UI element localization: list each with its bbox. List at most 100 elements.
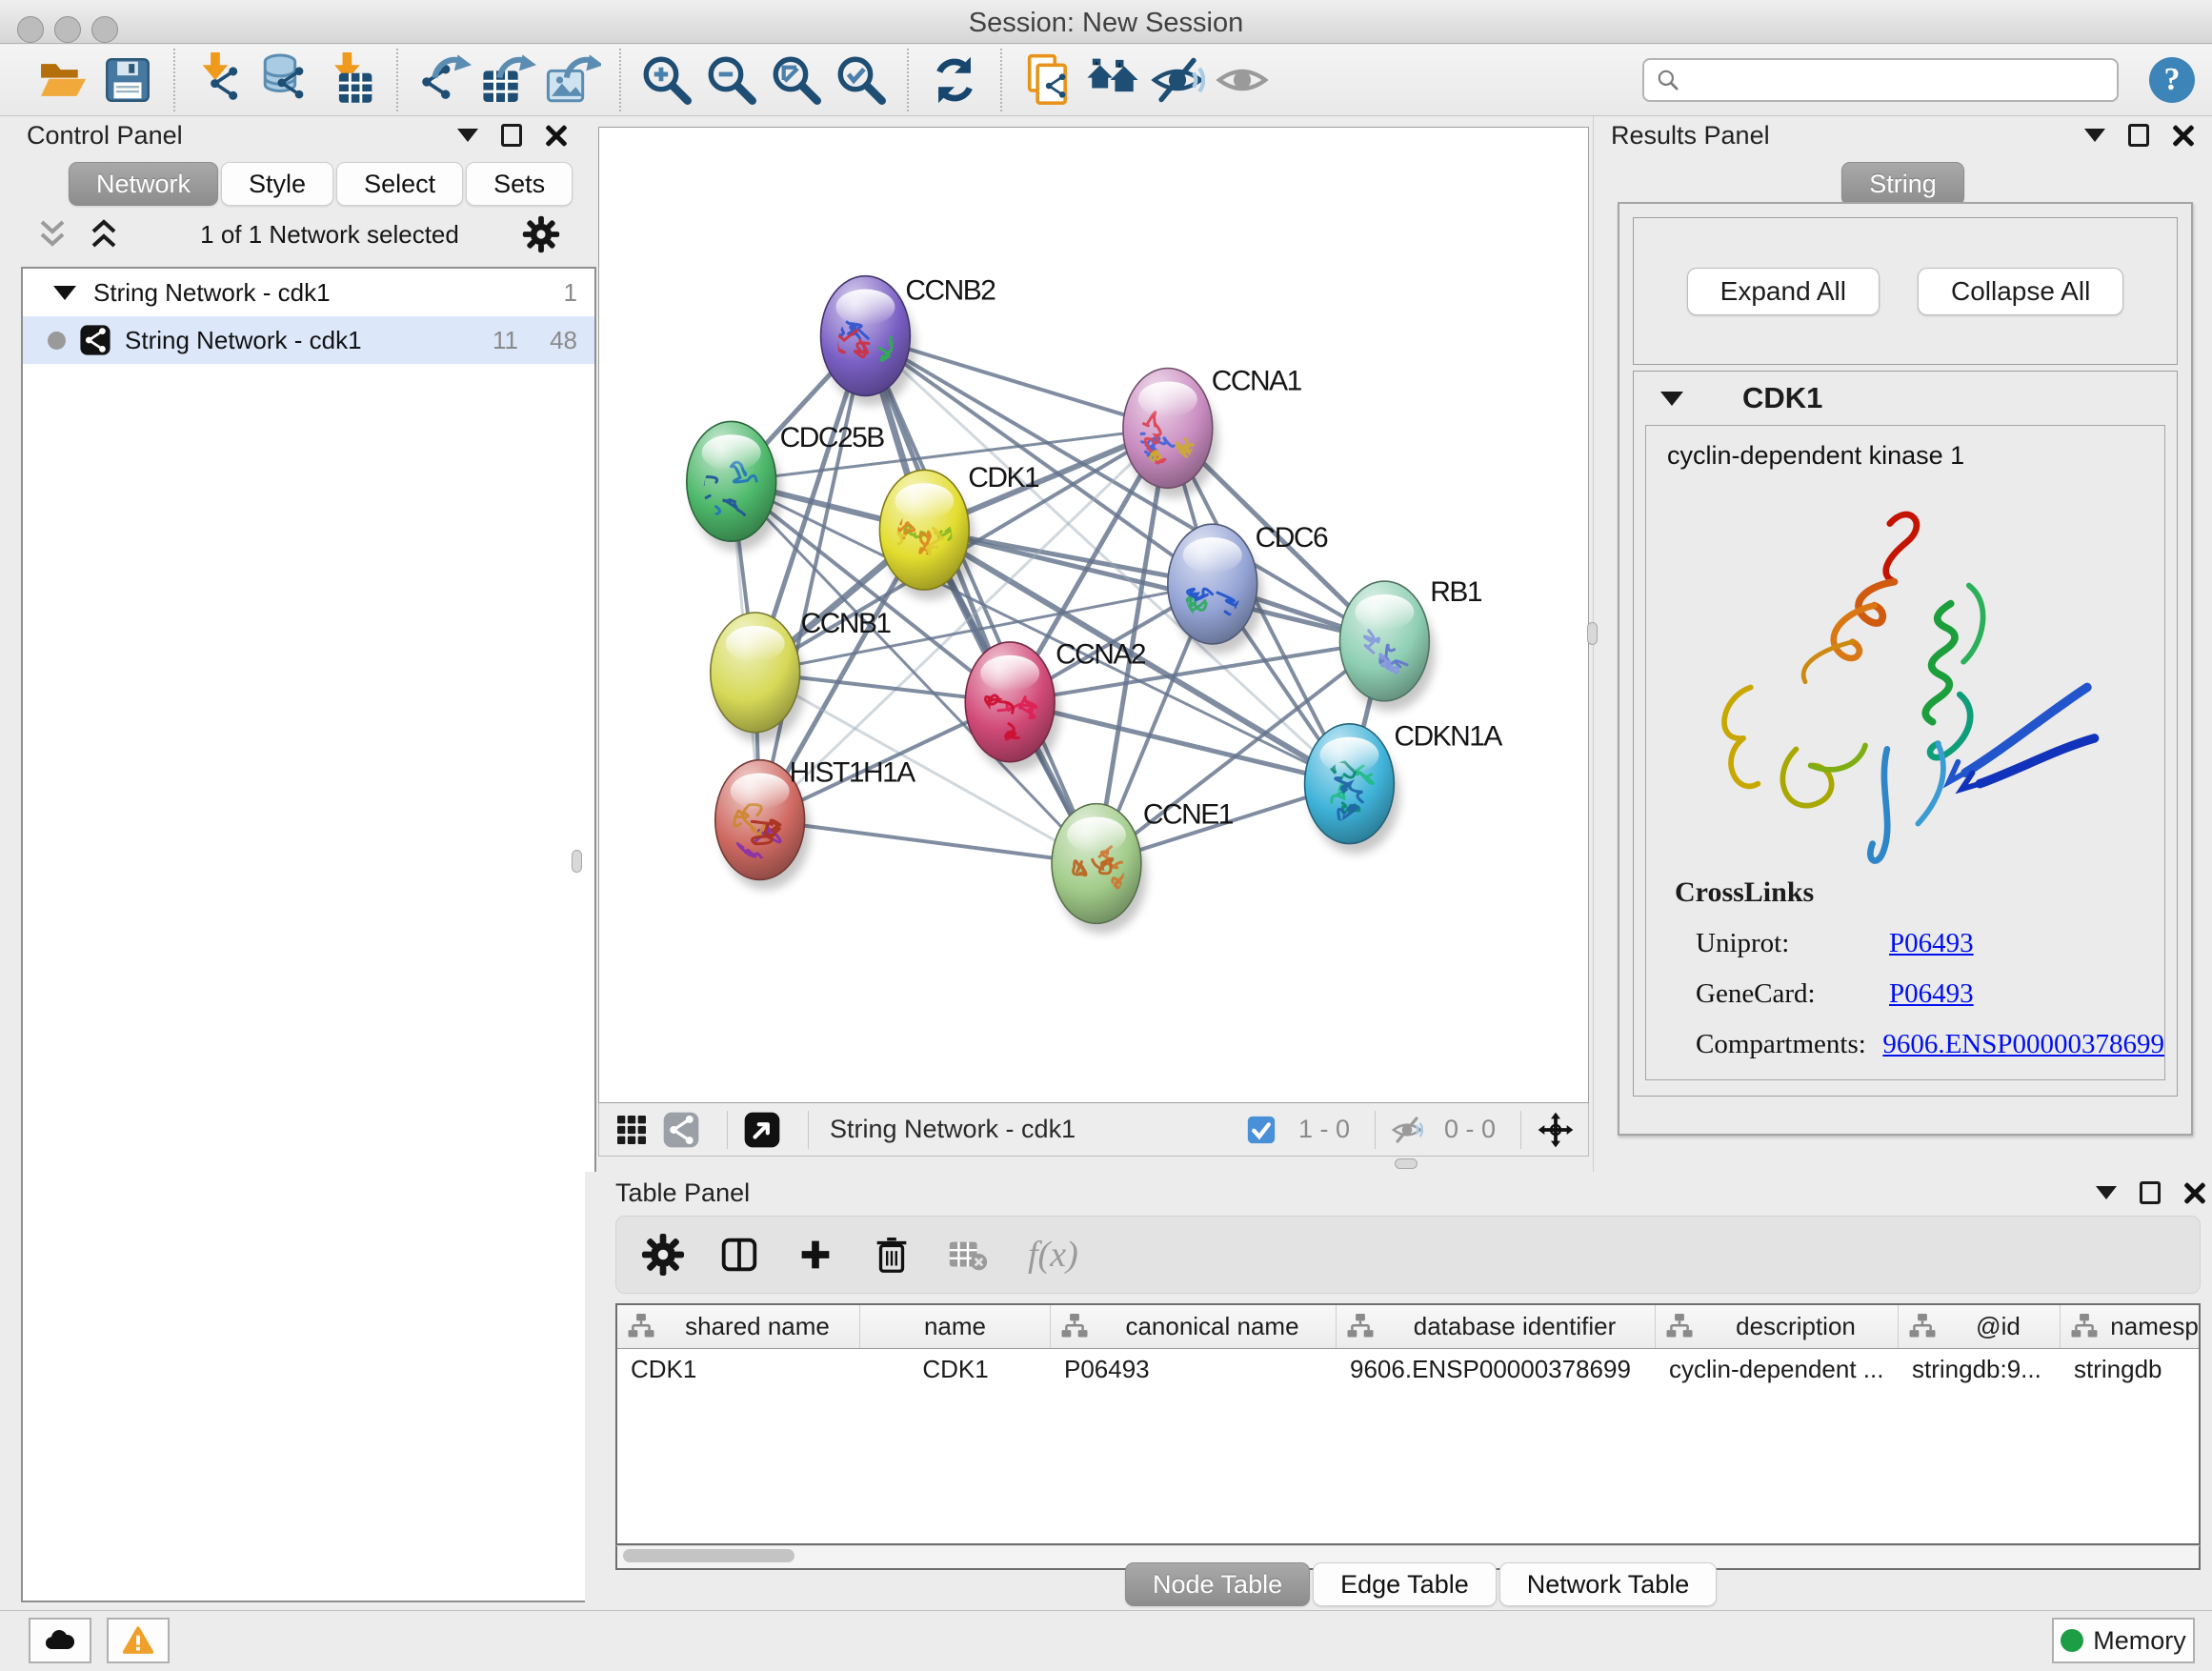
network-canvas[interactable]: CCNB2CCNA1CDC25BCDK1CDC6RB1CCNB1CCNA2CDK… [598,127,1589,1103]
zoom-out-icon[interactable] [704,52,759,108]
splitter-handle[interactable] [1395,1158,1418,1169]
table-row[interactable]: CDK1CDK1P064939606.ENSP00000378699cyclin… [617,1349,2199,1393]
column-header-name[interactable]: name [860,1305,1051,1348]
birdseye-view-icon[interactable] [743,1111,781,1149]
tab-network-table[interactable]: Network Table [1499,1562,1718,1606]
panel-close-icon[interactable] [545,124,568,147]
search-box[interactable] [1642,58,2119,102]
tab-node-table[interactable]: Node Table [1125,1562,1310,1606]
tab-style[interactable]: Style [221,162,333,206]
collection-expander-icon[interactable] [53,286,76,300]
hidden-count-badge: 0 - 0 [1444,1115,1496,1144]
network-share-icon[interactable] [662,1111,700,1149]
table-cell[interactable]: 9606.ENSP00000378699 [1337,1349,1656,1393]
table-cell[interactable]: CDK1 [617,1349,860,1393]
show-all-icon[interactable] [1215,52,1270,108]
selected-checkbox-icon[interactable] [1245,1114,1277,1146]
table-cell[interactable]: CDK1 [860,1349,1051,1393]
column-header--id[interactable]: @id [1899,1305,2061,1348]
column-header-shared-name[interactable]: shared name [617,1305,860,1348]
hide-selected-icon[interactable] [1150,52,1205,108]
tree-column-icon [627,1314,655,1339]
delete-column-icon[interactable] [870,1233,914,1277]
panel-menu-icon[interactable] [457,129,478,142]
zoom-selected-icon[interactable] [834,52,889,108]
splitter-handle[interactable] [1587,622,1598,645]
column-header-canonical-name[interactable]: canonical name [1051,1305,1337,1348]
table-options-gear-icon[interactable] [641,1233,685,1277]
export-table-icon[interactable] [481,52,536,108]
crosslink-row: Uniprot:P06493 [1675,918,2164,969]
crosslink-link[interactable]: 9606.ENSP00000378699 [1882,1019,2164,1070]
table-cell[interactable]: stringdb [2061,1349,2201,1393]
crosslink-link[interactable]: P06493 [1889,918,1974,969]
column-header-namespace[interactable]: namespace [2061,1305,2201,1348]
show-columns-icon[interactable] [717,1233,761,1277]
network-options-gear-icon[interactable] [522,215,560,253]
expand-all-button[interactable]: Expand All [1687,268,1880,315]
panel-float-icon[interactable] [2140,1181,2161,1204]
protein-header[interactable]: CDK1 [1634,372,2177,425]
network-collection-row[interactable]: String Network - cdk1 1 [23,269,594,316]
crosslink-link[interactable]: 9606.ENSP00000378699 [1882,1070,2164,1080]
splitter-handle[interactable] [572,850,582,873]
network-selection-status: 1 of 1 Network selected [137,220,522,250]
panel-float-icon[interactable] [501,124,522,147]
tab-select[interactable]: Select [336,162,463,206]
cloud-button[interactable] [29,1618,91,1663]
network-row[interactable]: String Network - cdk1 11 48 [23,316,594,364]
save-icon[interactable] [100,52,155,108]
open-icon[interactable] [35,52,90,108]
clone-network-icon[interactable] [1020,52,1076,108]
home-pair-icon[interactable] [1085,52,1140,108]
memory-status-dot [2061,1629,2083,1652]
scrollbar-thumb[interactable] [623,1549,794,1562]
tab-string[interactable]: String [1841,162,1964,206]
main-toolbar: ? [0,45,2212,116]
crosslink-label: Compartments: [1675,1019,1882,1070]
import-table-icon[interactable] [323,52,378,108]
add-column-icon[interactable] [794,1233,837,1277]
column-header-description[interactable]: description [1656,1305,1899,1348]
crosslink-link[interactable]: P06493 [1889,969,1974,1019]
warnings-button[interactable] [107,1618,170,1663]
column-header-database-identifier[interactable]: database identifier [1337,1305,1656,1348]
annotation-grid-icon[interactable] [613,1111,651,1149]
protein-expander-icon[interactable] [1660,392,1683,406]
table-cell[interactable]: stringdb:9... [1899,1349,2061,1393]
control-panel: Control Panel NetworkStyleSelectSets 1 o… [10,116,585,1610]
table-cell[interactable]: P06493 [1051,1349,1337,1393]
crosslinks-section: CrossLinks Uniprot:P06493GeneCard:P06493… [1646,876,2164,1080]
search-input[interactable] [1690,66,2105,95]
help-button[interactable]: ? [2149,57,2195,103]
panel-close-icon[interactable] [2172,124,2195,147]
tab-edge-table[interactable]: Edge Table [1313,1562,1497,1606]
import-network-icon[interactable] [193,52,249,108]
collection-count: 1 [535,278,577,308]
collapse-all-button[interactable]: Collapse All [1918,268,2123,315]
node-label-CCNA1: CCNA1 [1212,365,1302,396]
export-network-icon[interactable] [416,52,472,108]
panel-float-icon[interactable] [2128,124,2149,147]
tab-network[interactable]: Network [69,162,218,206]
panel-menu-icon[interactable] [2096,1186,2117,1199]
node-label-CDC6: CDC6 [1256,522,1328,554]
move-crosshair-icon[interactable] [1537,1111,1575,1149]
memory-button[interactable]: Memory [2052,1618,2195,1663]
network-graph[interactable]: CCNB2CCNA1CDC25BCDK1CDC6RB1CCNB1CCNA2CDK… [599,128,1588,1102]
network-node-count: 11 [476,326,518,355]
panel-menu-icon[interactable] [2084,129,2105,142]
hidden-eye-slash-icon[interactable] [1391,1114,1423,1146]
tab-sets[interactable]: Sets [466,162,573,206]
panel-close-icon[interactable] [2183,1181,2206,1204]
zoom-in-icon[interactable] [639,52,694,108]
zoom-fit-icon[interactable] [769,52,824,108]
import-database-icon[interactable] [258,52,313,108]
collapse-all-icon[interactable] [34,216,70,252]
table-cell[interactable]: cyclin-dependent ... [1656,1349,1899,1393]
protein-name: CDK1 [1742,381,1822,415]
export-image-icon[interactable] [546,52,601,108]
search-area: ? [1642,57,2195,103]
refresh-icon[interactable] [927,52,982,108]
expand-all-icon[interactable] [86,216,122,252]
